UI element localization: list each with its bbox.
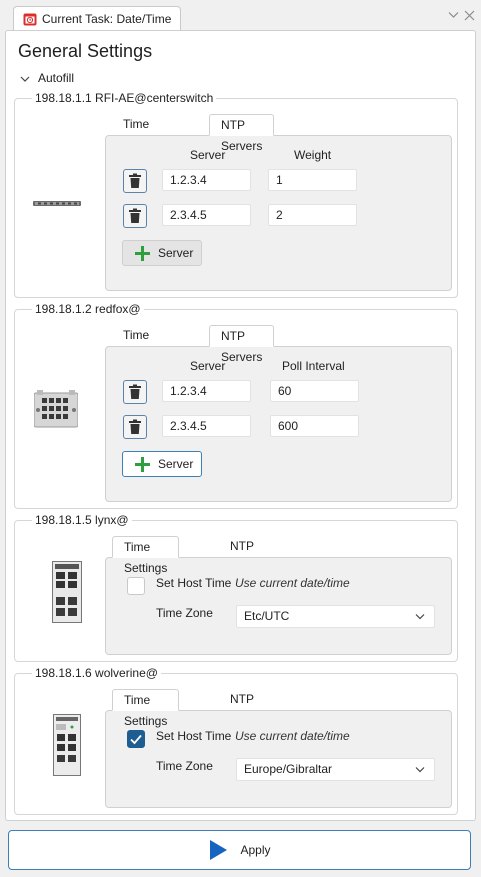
autofill-label: Autofill: [38, 71, 75, 85]
add-server-label: Server: [158, 457, 194, 471]
time-zone-label: Time Zone: [156, 606, 213, 620]
set-host-time-label: Set Host Time: [156, 576, 232, 590]
set-host-time-checkbox[interactable]: [127, 577, 145, 595]
tab-time-settings[interactable]: Time Settings: [112, 689, 180, 728]
add-server-label: Server: [158, 246, 194, 260]
server-input[interactable]: 2.3.4.5: [162, 204, 251, 226]
server-input[interactable]: 2.3.4.5: [162, 415, 251, 437]
autofill-toggle[interactable]: Autofill: [20, 71, 74, 85]
tab-ntp-servers[interactable]: NTP Servers: [209, 114, 275, 153]
device-group-4: 198.18.1.6 wolverine@ Time Settings NTP …: [14, 666, 458, 815]
settings-panel: General Settings Autofill 198.18.1.1 RFI…: [5, 30, 476, 821]
poll-interval-input[interactable]: 600: [270, 415, 359, 437]
ntp-servers-panel: Server Weight 1.2.3.4 1 2.3.4.5 2 Server: [105, 135, 452, 291]
apply-label: Apply: [240, 843, 271, 857]
use-current-hint: Use current date/time: [235, 729, 350, 743]
trash-icon: [129, 419, 141, 434]
checkmark-icon: [130, 734, 142, 745]
device-group-1: 198.18.1.1 RFI-AE@centerswitch Time Sett…: [14, 91, 458, 298]
chevron-down-icon: [415, 614, 425, 620]
document-tab[interactable]: Current Task: Date/Time: [13, 6, 181, 31]
close-icon[interactable]: [463, 10, 475, 22]
trash-icon: [129, 384, 141, 399]
time-zone-select[interactable]: Etc/UTC: [236, 605, 435, 628]
weight-input[interactable]: 2: [268, 204, 357, 226]
add-server-button[interactable]: Server: [122, 240, 202, 266]
switch-device-image: [33, 390, 79, 433]
weight-input[interactable]: 1: [268, 169, 357, 191]
switch-device-image: [52, 561, 82, 626]
set-host-time-label: Set Host Time: [156, 729, 232, 743]
trash-icon: [129, 208, 141, 223]
page-title: General Settings: [18, 41, 153, 61]
tab-time-settings[interactable]: Time Settings: [112, 325, 177, 363]
delete-server-button[interactable]: [123, 415, 147, 439]
device-group-3: 198.18.1.5 lynx@ Time Settings NTP Serve…: [14, 513, 458, 662]
device-title: 198.18.1.6 wolverine@: [32, 666, 161, 680]
time-zone-value: Europe/Gibraltar: [244, 762, 333, 776]
device-title: 198.18.1.1 RFI-AE@centerswitch: [32, 91, 217, 105]
tab-ntp-servers[interactable]: NTP Servers: [209, 325, 275, 364]
delete-server-button[interactable]: [123, 204, 147, 228]
tab-time-settings[interactable]: Time Settings: [112, 536, 180, 575]
chevron-down-icon: [20, 73, 30, 83]
trash-icon: [129, 173, 141, 188]
time-zone-label: Time Zone: [156, 759, 213, 773]
calendar-clock-icon: [23, 12, 37, 26]
document-tab-title: Current Task: Date/Time: [42, 12, 172, 26]
add-server-button[interactable]: Server: [122, 451, 202, 477]
device-title: 198.18.1.2 redfox@: [32, 302, 144, 316]
apply-button[interactable]: Apply: [8, 830, 471, 870]
switch-device-image: [33, 197, 81, 211]
server-input[interactable]: 1.2.3.4: [162, 380, 251, 402]
time-zone-select[interactable]: Europe/Gibraltar: [236, 758, 435, 781]
time-zone-value: Etc/UTC: [244, 609, 290, 623]
plus-icon: [135, 456, 150, 472]
tab-ntp-servers[interactable]: NTP Servers: [219, 689, 282, 727]
poll-interval-column-header: Poll Interval: [282, 359, 345, 373]
tab-time-settings[interactable]: Time Settings: [112, 114, 177, 152]
chevron-down-icon: [415, 767, 425, 773]
server-input[interactable]: 1.2.3.4: [162, 169, 251, 191]
document-tab-bar: Current Task: Date/Time: [0, 0, 481, 31]
plus-icon: [135, 245, 150, 261]
chevron-down-icon[interactable]: [447, 10, 459, 22]
tab-ntp-servers[interactable]: NTP Servers: [219, 536, 282, 574]
set-host-time-checkbox[interactable]: [127, 730, 145, 748]
delete-server-button[interactable]: [123, 380, 147, 404]
device-title: 198.18.1.5 lynx@: [32, 513, 132, 527]
poll-interval-input[interactable]: 60: [270, 380, 359, 402]
device-group-2: 198.18.1.2 redfox@ Time Settings NTP Ser…: [14, 302, 458, 509]
weight-column-header: Weight: [294, 148, 332, 162]
ntp-servers-panel: Server Poll Interval 1.2.3.4 60 2.3.4.5 …: [105, 346, 452, 502]
switch-device-image: [53, 714, 81, 779]
delete-server-button[interactable]: [123, 169, 147, 193]
play-icon: [210, 840, 228, 860]
use-current-hint: Use current date/time: [235, 576, 350, 590]
